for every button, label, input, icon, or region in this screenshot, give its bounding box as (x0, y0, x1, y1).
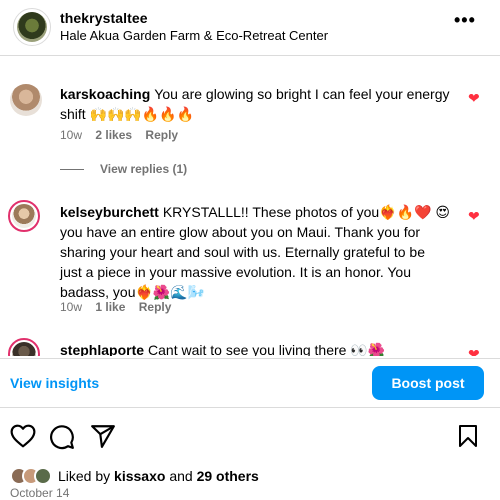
liked-by-label: Liked by (58, 468, 111, 484)
heart-icon[interactable]: ❤ (468, 90, 480, 107)
more-dots-icon[interactable]: ••• (454, 10, 476, 31)
post-username[interactable]: thekrystaltee (60, 10, 148, 26)
commenter-avatar[interactable] (10, 84, 42, 116)
comment-age: 10w (60, 128, 83, 142)
liker-avatar (34, 467, 52, 485)
heart-outline-icon[interactable] (10, 424, 36, 453)
share-icon[interactable] (90, 424, 116, 453)
reply-button[interactable]: Reply (139, 300, 172, 314)
commenter-avatar[interactable] (8, 200, 40, 232)
profile-avatar[interactable] (13, 8, 51, 46)
view-replies-label: View replies (1) (100, 162, 188, 176)
commenter-avatar[interactable] (8, 338, 40, 356)
bookmark-icon[interactable] (458, 424, 478, 453)
post-date: October 14 (10, 486, 70, 500)
post-header: thekrystaltee Hale Akua Garden Farm & Ec… (0, 0, 500, 56)
post-location[interactable]: Hale Akua Garden Farm & Eco-Retreat Cent… (60, 28, 328, 43)
comments-list: karskoaching You are glowing so bright I … (0, 56, 500, 356)
others-count[interactable]: 29 others (197, 468, 259, 484)
and-label: and (169, 468, 193, 484)
heart-icon[interactable]: ❤ (468, 346, 480, 356)
insights-bar: View insights Boost post (0, 358, 500, 408)
comment-likes[interactable]: 1 like (95, 300, 125, 314)
reply-button[interactable]: Reply (145, 128, 178, 142)
divider (60, 169, 84, 171)
likes-summary[interactable]: Liked by kissaxo and 29 others (10, 466, 259, 486)
action-bar (0, 420, 500, 456)
comment-username[interactable]: stephlaporte (60, 342, 144, 356)
comment-age: 10w (60, 300, 83, 314)
comment-meta: 10w 2 likes Reply (60, 128, 188, 142)
comment-text: Cant wait to see you living there 👀🌺 (148, 342, 386, 356)
comment-icon[interactable] (49, 424, 75, 455)
view-replies-button[interactable]: View replies (1) (60, 162, 187, 176)
comment-likes[interactable]: 2 likes (95, 128, 132, 142)
boost-post-button[interactable]: Boost post (372, 366, 484, 400)
view-insights-link[interactable]: View insights (10, 375, 99, 391)
comment-meta: 10w 1 like Reply (60, 300, 181, 314)
comment-username[interactable]: karskoaching (60, 86, 150, 102)
comment-username[interactable]: kelseyburchett (60, 204, 159, 220)
liker-username[interactable]: kissaxo (114, 468, 165, 484)
heart-icon[interactable]: ❤ (468, 208, 480, 225)
